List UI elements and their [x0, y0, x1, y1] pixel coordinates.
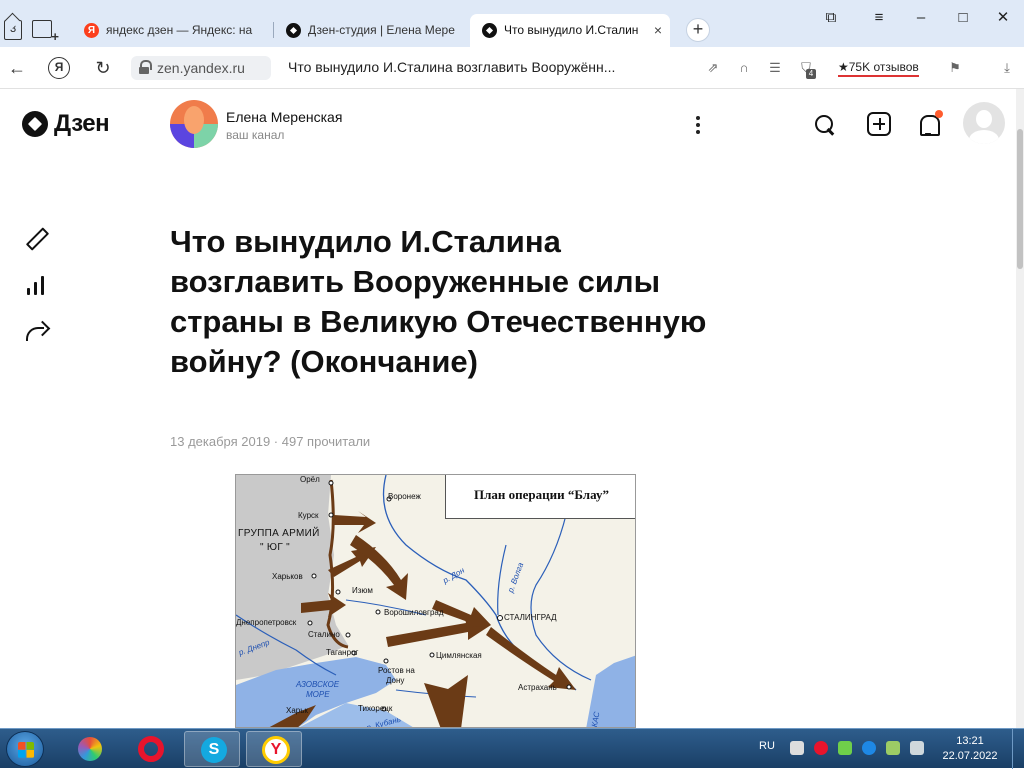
clock-time: 13:21 [956, 735, 984, 747]
scrollbar-thumb[interactable] [1017, 129, 1023, 269]
reviews-link[interactable]: ★75K отзывов [838, 59, 919, 77]
tab-article-active[interactable]: Что вынудило И.Сталин × [470, 14, 670, 47]
page-scrollbar[interactable] [1016, 89, 1024, 728]
headphones-icon[interactable]: ∩ [735, 59, 753, 77]
article-title: Что вынудило И.Сталина возглавить Вооруж… [170, 224, 707, 379]
map-label-rostov: Ростов на [378, 666, 415, 675]
share-icon[interactable] [24, 321, 48, 345]
clock-date: 22.07.2022 [942, 750, 998, 762]
tabs-list-icon[interactable]: ⧉ [816, 4, 846, 32]
zen-logo-icon [22, 111, 48, 137]
yandex-favicon-icon: Я [84, 23, 99, 38]
map-label-kharkh: Харьк [286, 706, 308, 715]
map-label-tsimlyanskaya: Цимлянская [436, 651, 482, 660]
map-label-azov-sea: АЗОВСКОЕ [296, 680, 340, 689]
map-label-astrakhan: Астрахань [518, 683, 557, 692]
bookmark-icon[interactable]: ⚑ [946, 59, 964, 77]
map-label-dnepropetrovsk: Днепропетровск [236, 618, 297, 627]
share-link-icon[interactable]: ⇗ [704, 59, 722, 77]
channel-name[interactable]: Елена Меренская [226, 109, 342, 125]
system-clock[interactable]: 13:21 22.07.2022 [940, 734, 1000, 764]
yandex-browser-icon: Y [262, 736, 290, 764]
url-text: zen.yandex.ru [157, 60, 245, 76]
yandex-home-icon[interactable]: Я [48, 57, 70, 79]
map-label-tikhoretsk: Тихорецк [358, 704, 393, 713]
tab-close-icon[interactable]: × [654, 14, 662, 47]
map-label-kharkov: Харьков [272, 572, 303, 581]
new-tab-button[interactable]: + [686, 18, 710, 42]
zen-logo-text: Дзен [54, 110, 110, 137]
map-label-army-group: ГРУППА АРМИЙ [238, 528, 320, 539]
operation-blau-map[interactable]: План операции “Блау” Орёл Воронеж Курск … [235, 474, 636, 728]
url-field[interactable]: zen.yandex.ru [131, 56, 271, 80]
edit-pencil-icon[interactable] [24, 226, 48, 250]
article-meta: 13 декабря 2019 · 497 прочитали [170, 434, 371, 449]
skype-icon: S [201, 737, 227, 763]
download-icon[interactable]: ⤓ [998, 59, 1016, 77]
browser-tab-bar: 3 Я яндекс дзен — Яндекс: на Дзен-студия… [0, 0, 1024, 47]
paint-palette-icon [78, 737, 102, 761]
tab-count-button[interactable]: 3 [4, 20, 22, 40]
search-icon[interactable] [812, 112, 838, 138]
back-arrow-icon[interactable]: ← [6, 57, 28, 79]
zen-favicon-icon [482, 23, 497, 38]
reload-icon[interactable]: ↻ [92, 57, 114, 79]
taskbar-paint[interactable] [60, 731, 116, 767]
tray-app-icon[interactable] [838, 741, 852, 755]
tab-yandex-search[interactable]: Я яндекс дзен — Яндекс: на [72, 14, 272, 47]
tab-manager: 3 [0, 14, 62, 44]
start-button-icon[interactable] [6, 731, 44, 767]
new-tab-group-icon[interactable] [32, 20, 59, 44]
map-title: План операции “Блау” [445, 475, 635, 519]
taskbar-yandex-browser[interactable]: Y [246, 731, 302, 767]
teamviewer-icon[interactable] [862, 741, 876, 755]
lock-icon [139, 60, 152, 74]
map-label-voronezh: Воронеж [388, 492, 421, 501]
map-label-taganrog: Таганрог [326, 648, 359, 657]
map-label-orel: Орёл [300, 475, 320, 484]
map-label-kursk: Курск [298, 511, 319, 520]
channel-subtitle: ваш канал [226, 128, 285, 142]
tab-title: яндекс дзен — Яндекс: на [106, 23, 253, 37]
map-label-voroshilovgrad: Ворошиловград [384, 608, 444, 617]
map-label-rostov-don: Дону [386, 676, 405, 685]
tab-zen-studio[interactable]: Дзен-студия | Елена Мере [274, 14, 468, 47]
channel-avatar[interactable] [170, 100, 218, 148]
maximize-icon[interactable]: □ [948, 4, 978, 32]
zen-favicon-icon [286, 23, 301, 38]
map-label-izyum: Изюм [352, 586, 373, 595]
zen-header: Дзен Елена Меренская ваш канал [0, 89, 1016, 157]
flag-icon[interactable] [910, 741, 924, 755]
address-page-title[interactable]: Что вынудило И.Сталина возглавить Вооруж… [288, 59, 615, 75]
windows-taskbar: S Y RU 13:21 22.07.2022 [0, 728, 1024, 769]
volume-icon[interactable] [790, 741, 804, 755]
network-icon[interactable] [886, 741, 900, 755]
reader-mode-icon[interactable]: ☰ [766, 59, 784, 77]
map-label-army-group-south: " ЮГ " [260, 542, 290, 553]
opera-tray-icon[interactable] [814, 741, 828, 755]
protect-badge: 4 [806, 69, 816, 79]
tab-title: Дзен-студия | Елена Мере [308, 23, 455, 37]
opera-icon [138, 736, 164, 762]
menu-icon[interactable]: ≡ [864, 4, 894, 32]
map-label-azov-more: МОРЕ [306, 690, 330, 699]
map-label-stalino: Сталино [308, 630, 340, 639]
tab-title: Что вынудило И.Сталин [504, 23, 639, 37]
minimize-icon[interactable]: – [906, 4, 936, 32]
more-options-icon[interactable] [690, 114, 706, 136]
statistics-icon[interactable] [24, 273, 48, 297]
close-window-icon[interactable]: ✕ [988, 4, 1018, 32]
address-bar: ← Я ↻ zen.yandex.ru Что вынудило И.Стали… [0, 47, 1024, 89]
map-label-stalingrad: СТАЛИНГРАД [504, 613, 557, 622]
show-desktop-button[interactable] [1012, 729, 1024, 769]
create-post-icon[interactable] [867, 112, 891, 136]
language-indicator[interactable]: RU [759, 740, 775, 752]
notification-dot [935, 110, 943, 118]
taskbar-opera[interactable] [122, 731, 178, 767]
taskbar-skype[interactable]: S [184, 731, 240, 767]
user-avatar[interactable] [963, 102, 1005, 144]
